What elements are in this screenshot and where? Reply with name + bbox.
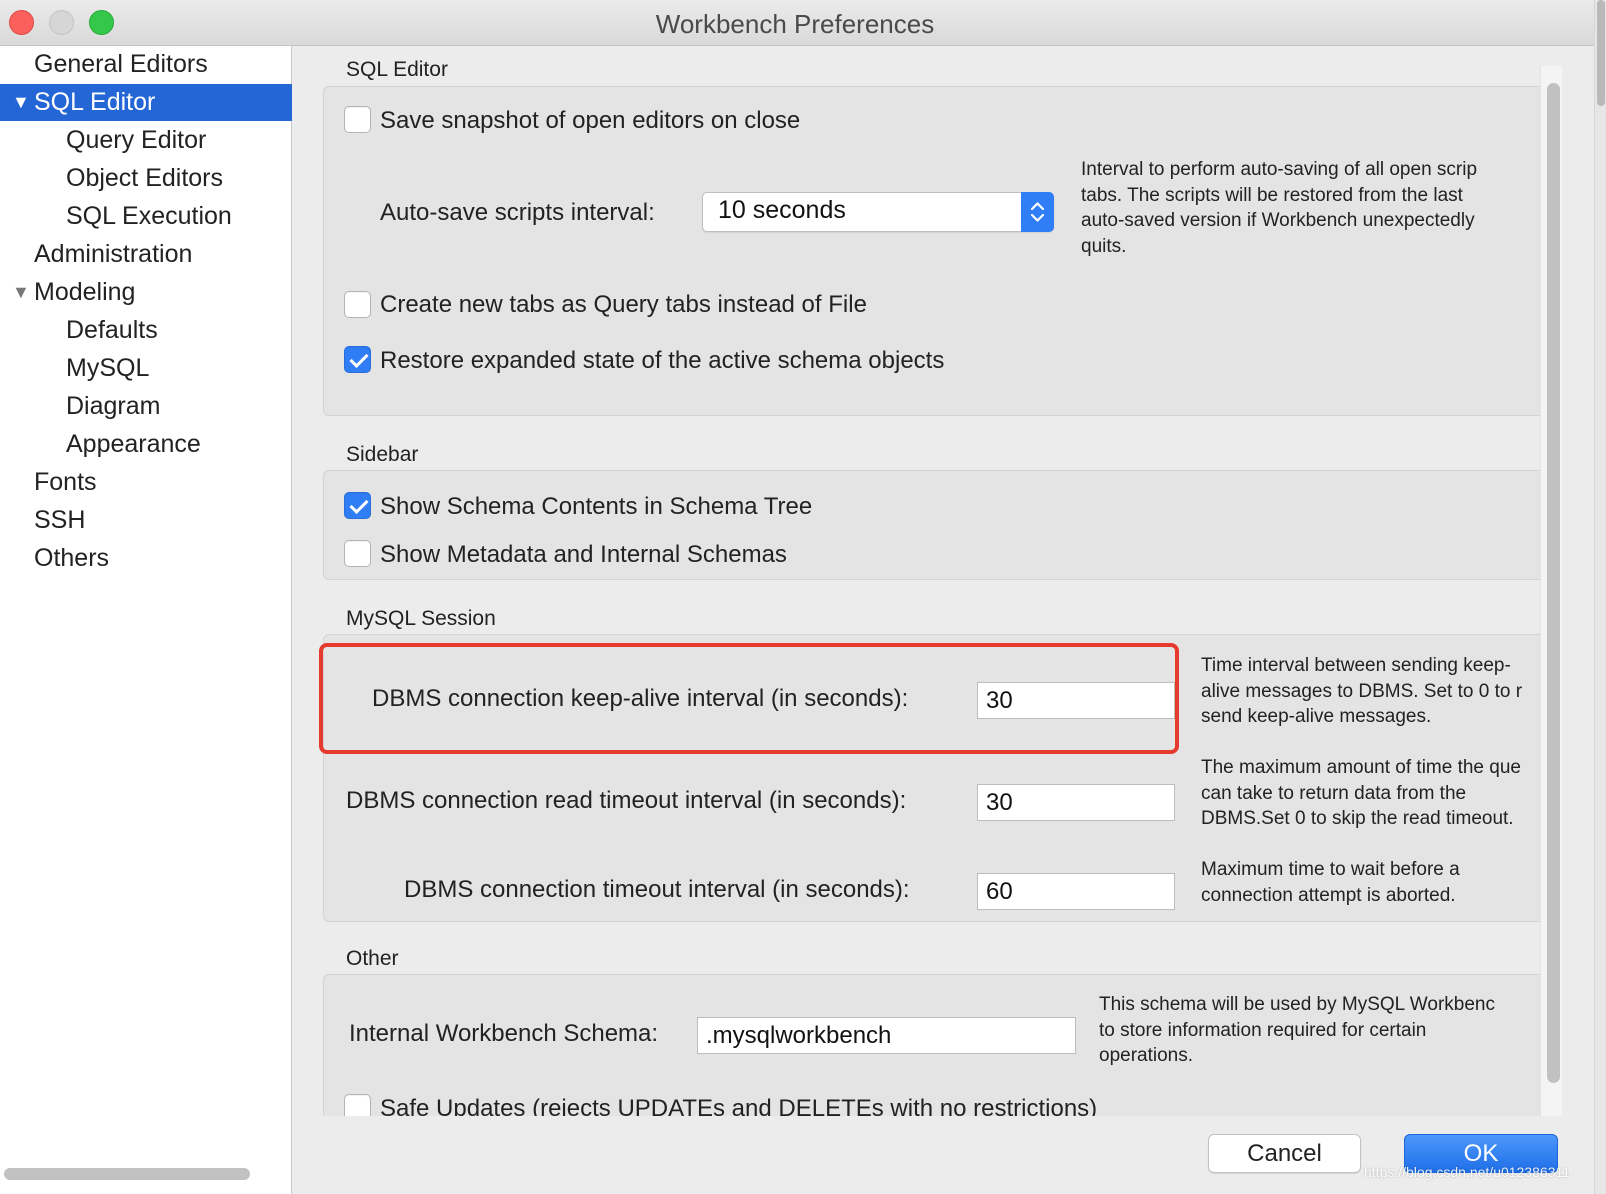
safe-updates-label: Safe Updates (rejects UPDATEs and DELETE… — [380, 1095, 1098, 1116]
sidebar-item-label: Modeling — [34, 278, 136, 306]
read-timeout-help-text: The maximum amount of time the que can t… — [1201, 757, 1521, 829]
disclosure-expanded-icon[interactable]: ▼ — [12, 84, 30, 121]
sidebar-item-label: Appearance — [66, 430, 201, 458]
sidebar-item-label: Defaults — [66, 316, 158, 344]
show-metadata-checkbox[interactable] — [344, 540, 371, 567]
show-schema-contents-checkbox[interactable] — [344, 492, 371, 519]
restore-expanded-label: Restore expanded state of the active sch… — [380, 347, 945, 374]
preferences-content: SQL Editor Save snapshot of open editors… — [293, 46, 1546, 1116]
content-vertical-scrollbar-thumb[interactable] — [1547, 83, 1560, 1083]
mysql-session-group: DBMS connection keep-alive interval (in … — [319, 634, 1546, 922]
sidebar-item-query-editor[interactable]: Query Editor — [0, 122, 292, 159]
internal-schema-input[interactable]: .mysqlworkbench — [697, 1017, 1076, 1054]
other-group: Internal Workbench Schema: .mysqlworkben… — [323, 974, 1546, 1116]
sidebar-item-general-editors[interactable]: General Editors — [0, 46, 292, 83]
disclosure-expanded-icon[interactable]: ▼ — [12, 274, 30, 311]
section-title-sidebar: Sidebar — [346, 443, 419, 466]
connection-timeout-help-text: Maximum time to wait before a connection… — [1201, 859, 1460, 906]
sidebar-item-label: SSH — [34, 506, 86, 534]
sidebar-item-mysql[interactable]: MySQL — [0, 350, 292, 387]
sidebar-item-label: Query Editor — [66, 126, 207, 154]
section-title-sql-editor: SQL Editor — [346, 58, 448, 81]
connection-timeout-input[interactable]: 60 — [977, 873, 1175, 910]
section-title-mysql-session: MySQL Session — [346, 607, 496, 630]
autosave-help-text: Interval to perform auto-saving of all o… — [1081, 159, 1478, 257]
autosave-interval-value: 10 seconds — [718, 196, 846, 224]
window-title: Workbench Preferences — [655, 9, 935, 39]
new-tabs-query-checkbox[interactable] — [344, 291, 371, 318]
watermark-text: https://blog.csdn.net/u012386311 — [1364, 1164, 1571, 1180]
preferences-sidebar: General Editors ▼ SQL Editor Query Edito… — [0, 46, 292, 1194]
up-down-chevron-icon[interactable] — [1021, 192, 1054, 232]
sidebar-item-ssh[interactable]: SSH — [0, 502, 292, 539]
sidebar-item-label: Fonts — [34, 468, 97, 496]
internal-schema-label: Internal Workbench Schema: — [349, 1020, 659, 1047]
internal-schema-help-text: This schema will be used by MySQL Workbe… — [1099, 994, 1495, 1066]
sidebar-item-fonts[interactable]: Fonts — [0, 464, 292, 501]
restore-expanded-checkbox[interactable] — [344, 346, 371, 373]
read-timeout-label: DBMS connection read timeout interval (i… — [346, 787, 907, 814]
read-timeout-input[interactable]: 30 — [977, 784, 1175, 821]
sidebar-item-diagram[interactable]: Diagram — [0, 388, 292, 425]
sidebar-item-label: General Editors — [34, 50, 208, 78]
keepalive-interval-label: DBMS connection keep-alive interval (in … — [372, 685, 909, 712]
sidebar-item-others[interactable]: Others — [0, 540, 292, 577]
sidebar-item-sql-editor[interactable]: ▼ SQL Editor — [0, 84, 292, 121]
sidebar-item-label: Others — [34, 544, 110, 572]
sidebar-item-label: Diagram — [66, 392, 161, 420]
show-schema-contents-label: Show Schema Contents in Schema Tree — [380, 493, 813, 520]
save-snapshot-checkbox[interactable] — [344, 106, 371, 133]
sidebar-item-label: MySQL — [66, 354, 150, 382]
sidebar-item-administration[interactable]: Administration — [0, 236, 292, 273]
title-bar: Workbench Preferences — [0, 0, 1606, 46]
safe-updates-checkbox[interactable] — [344, 1094, 371, 1116]
save-snapshot-label: Save snapshot of open editors on close — [380, 107, 801, 134]
background-window-scrollbar — [1597, 0, 1605, 106]
sidebar-item-label: SQL Execution — [66, 202, 232, 230]
new-tabs-query-label: Create new tabs as Query tabs instead of… — [380, 291, 867, 318]
keepalive-interval-input[interactable]: 30 — [977, 682, 1175, 719]
sidebar-item-defaults[interactable]: Defaults — [0, 312, 292, 349]
sidebar-item-appearance[interactable]: Appearance — [0, 426, 292, 463]
show-metadata-label: Show Metadata and Internal Schemas — [380, 541, 787, 568]
connection-timeout-label: DBMS connection timeout interval (in sec… — [404, 876, 910, 903]
autosave-interval-label: Auto-save scripts interval: — [380, 199, 655, 226]
sidebar-group: Show Schema Contents in Schema Tree Show… — [323, 470, 1546, 580]
cancel-button[interactable]: Cancel — [1208, 1134, 1361, 1173]
sidebar-item-label: Administration — [34, 240, 193, 268]
sql-editor-group: Save snapshot of open editors on close A… — [323, 86, 1546, 416]
sidebar-item-label: Object Editors — [66, 164, 224, 192]
sidebar-item-modeling[interactable]: ▼ Modeling — [0, 274, 292, 311]
autosave-interval-select[interactable]: 10 seconds — [702, 192, 1054, 232]
keepalive-help-text: Time interval between sending keep- aliv… — [1201, 655, 1523, 727]
background-window-edge — [1594, 0, 1606, 1194]
sidebar-item-sql-execution[interactable]: SQL Execution — [0, 198, 292, 235]
sidebar-horizontal-scrollbar[interactable] — [4, 1168, 250, 1180]
sidebar-item-object-editors[interactable]: Object Editors — [0, 160, 292, 197]
section-title-other: Other — [346, 947, 399, 970]
sidebar-item-label: SQL Editor — [34, 88, 156, 116]
